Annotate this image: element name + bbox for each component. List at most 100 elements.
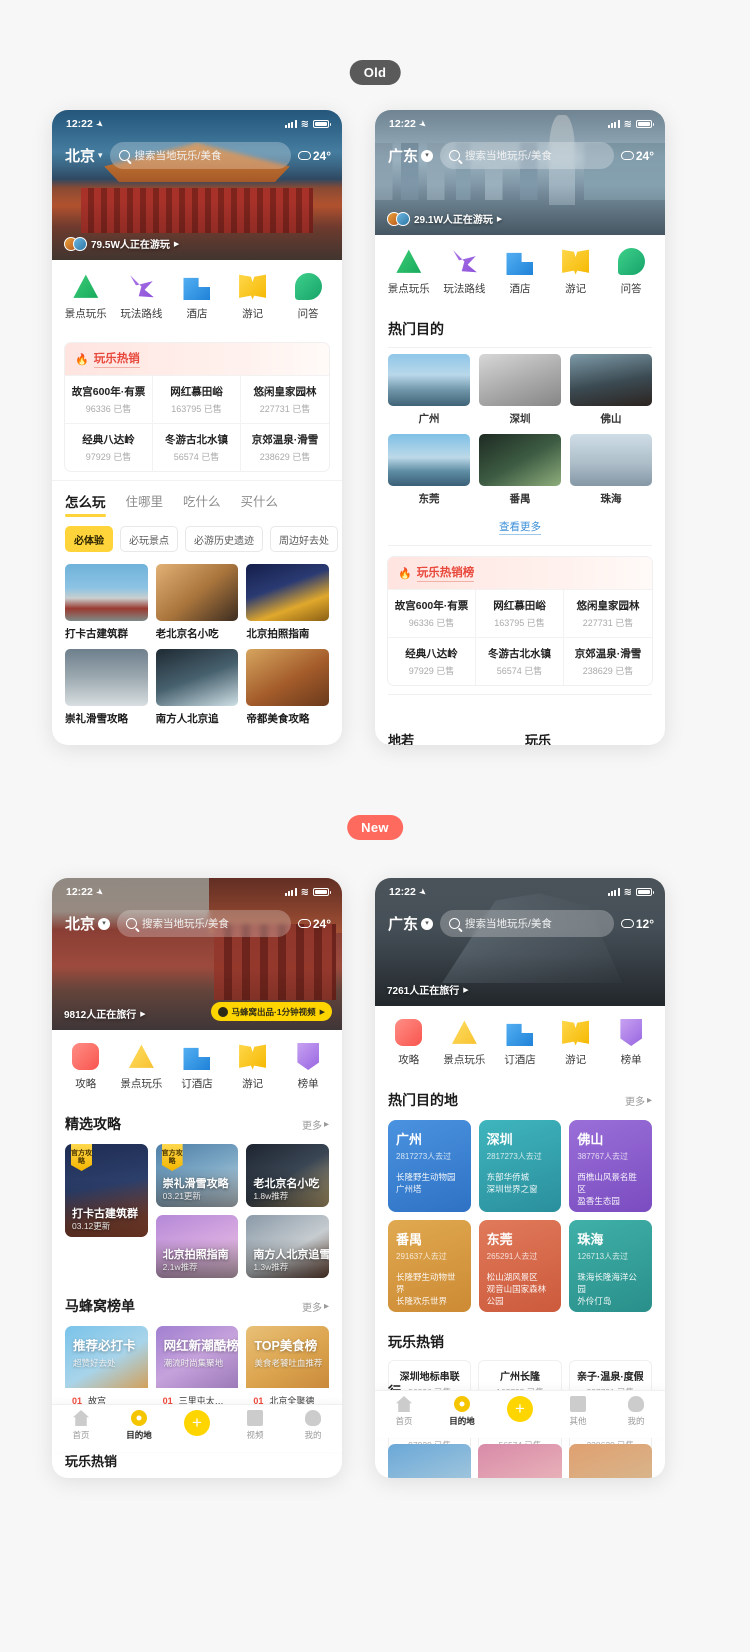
- chip-historic-sites[interactable]: 必游历史遗迹: [185, 526, 263, 552]
- peek-card[interactable]: [568, 1444, 652, 1478]
- tab-destination[interactable]: 目的地: [433, 1396, 491, 1427]
- hot-sale-cell[interactable]: 网红慕田峪 163795 已售: [153, 375, 241, 423]
- peek-card[interactable]: [388, 1444, 472, 1478]
- live-visitors-pill[interactable]: 29.1W人正在游玩 ▶: [387, 211, 502, 226]
- hot-sale-cell[interactable]: 京郊温泉·滑雪 238629 已售: [241, 423, 329, 471]
- hot-sale-cell[interactable]: 冬游古北水镇 56574 已售: [153, 423, 241, 471]
- nav-item-4[interactable]: 问答: [280, 273, 336, 321]
- tab-profile[interactable]: 我的: [607, 1396, 665, 1427]
- view-more-link[interactable]: 查看更多: [375, 508, 665, 545]
- city-selector[interactable]: 广东 ▾: [388, 145, 434, 166]
- search-input[interactable]: 搜索当地玩乐/美食: [440, 910, 614, 937]
- tab-other[interactable]: 其他: [549, 1396, 607, 1427]
- destination-card[interactable]: 珠海 126713人去过 珠海长隆海洋公园 外伶仃岛: [569, 1220, 652, 1312]
- nav-item-3[interactable]: 游记: [548, 1019, 604, 1067]
- nav-item-2[interactable]: 酒店: [492, 248, 548, 296]
- guide-card[interactable]: 北京拍照指南 2.1w推荐: [155, 1215, 239, 1278]
- peek-card[interactable]: [478, 1444, 562, 1478]
- hot-sale-cell[interactable]: 京郊温泉·滑雪 238629 已售: [564, 637, 652, 685]
- destination-cell[interactable]: 珠海: [570, 434, 652, 506]
- weather-widget[interactable]: 12°: [620, 917, 654, 931]
- live-visitors-pill[interactable]: 7261人正在旅行 ▶: [387, 982, 469, 997]
- nav-item-1[interactable]: 景点玩乐: [437, 1019, 493, 1067]
- tab-destination[interactable]: 目的地: [110, 1410, 168, 1441]
- tab-create[interactable]: +: [491, 1396, 549, 1422]
- hot-sale-cell[interactable]: 故宫600年·有票 96336 已售: [388, 589, 476, 637]
- nav-item-4[interactable]: 问答: [603, 248, 659, 296]
- tab-what-to-eat[interactable]: 吃什么: [183, 491, 221, 517]
- guide-card[interactable]: 南方人北京追雪 1.3w推荐: [246, 1215, 329, 1278]
- ranks-more-link[interactable]: 更多 ▸: [302, 1299, 329, 1314]
- chip-must-visit-spots[interactable]: 必玩景点: [120, 526, 178, 552]
- nav-item-1[interactable]: 景点玩乐: [114, 1043, 170, 1091]
- tab-home[interactable]: 首页: [375, 1396, 433, 1427]
- photo-card[interactable]: 北京拍照指南: [246, 564, 329, 641]
- destination-cell[interactable]: 东莞: [388, 434, 470, 506]
- hot-sale-cell[interactable]: 网红慕田峪 163795 已售: [476, 589, 564, 637]
- search-input[interactable]: 搜索当地玩乐/美食: [117, 910, 291, 937]
- tab-what-to-buy[interactable]: 买什么: [241, 491, 279, 517]
- hot-sale-cell[interactable]: 悠闲皇家园林 227731 已售: [241, 375, 329, 423]
- video-badge[interactable]: 马蜂窝出品·1分钟视频 ▶: [210, 1002, 332, 1021]
- search-input[interactable]: 搜索当地玩乐/美食: [440, 142, 614, 169]
- photo-card[interactable]: 崇礼滑雪攻略: [65, 649, 148, 726]
- city-selector[interactable]: 北京 ▾: [65, 913, 111, 934]
- tab-where-to-stay[interactable]: 住哪里: [126, 491, 164, 517]
- tab-how-to-play[interactable]: 怎么玩: [65, 491, 106, 517]
- nav-label: 玩法路线: [120, 308, 163, 320]
- guide-card[interactable]: 官方攻略 打卡古建筑群 03.12更新: [65, 1144, 148, 1237]
- nav-item-0[interactable]: 攻略: [381, 1019, 437, 1067]
- guide-card[interactable]: 老北京名小吃 1.8w推荐: [246, 1144, 329, 1207]
- nav-item-3[interactable]: 游记: [548, 248, 604, 296]
- tab-label: 我的: [627, 1416, 645, 1426]
- nav-item-0[interactable]: 攻略: [58, 1043, 114, 1091]
- destination-card[interactable]: 东莞 265291人去过 松山湖风景区 观音山国家森林公园: [478, 1220, 562, 1312]
- hot-sale-cell[interactable]: 悠闲皇家园林 227731 已售: [564, 589, 652, 637]
- weather-widget[interactable]: 24°: [297, 149, 331, 163]
- weather-widget[interactable]: 24°: [297, 917, 331, 931]
- nav-item-3[interactable]: 游记: [225, 273, 281, 321]
- destination-card[interactable]: 番禺 291637人去过 长隆野生动物世界 长隆欢乐世界: [388, 1220, 471, 1312]
- nav-item-0[interactable]: 景点玩乐: [58, 273, 114, 321]
- destination-card[interactable]: 广州 2817273人去过 长隆野生动物园 广州塔: [388, 1120, 471, 1212]
- photo-card[interactable]: 南方人北京追: [155, 649, 239, 726]
- guide-card[interactable]: 官方攻略 崇礼滑雪攻略 03.21更新: [155, 1144, 239, 1207]
- destination-cell[interactable]: 番禺: [479, 434, 561, 506]
- nav-item-2[interactable]: 酒店: [169, 273, 225, 321]
- live-visitors-pill[interactable]: 9812人正在旅行 ▶: [64, 1006, 146, 1021]
- search-input[interactable]: 搜索当地玩乐/美食: [109, 142, 291, 169]
- nav-item-2[interactable]: 订酒店: [492, 1019, 548, 1067]
- hot-sale-cell[interactable]: 冬游古北水镇 56574 已售: [476, 637, 564, 685]
- chip-must-experience[interactable]: 必体验: [65, 526, 113, 552]
- photo-card[interactable]: 打卡古建筑群: [65, 564, 148, 641]
- tab-video[interactable]: 视频: [226, 1410, 284, 1441]
- destination-cell[interactable]: 深圳: [479, 354, 561, 426]
- tab-profile[interactable]: 我的: [284, 1410, 342, 1441]
- nav-item-3[interactable]: 游记: [225, 1043, 281, 1091]
- destinations-more-link[interactable]: 更多 ▸: [625, 1093, 652, 1108]
- destination-card[interactable]: 佛山 387767人去过 西樵山风景名胜区 盈香生态园: [569, 1120, 652, 1212]
- destination-cell[interactable]: 佛山: [570, 354, 652, 426]
- destination-cell[interactable]: 广州: [388, 354, 470, 426]
- nav-item-2[interactable]: 订酒店: [169, 1043, 225, 1091]
- nav-item-4[interactable]: 榜单: [603, 1019, 659, 1067]
- tab-create[interactable]: +: [168, 1410, 226, 1436]
- nav-item-4[interactable]: 榜单: [280, 1043, 336, 1091]
- photo-card[interactable]: 老北京名小吃: [155, 564, 239, 641]
- weather-widget[interactable]: 24°: [620, 149, 654, 163]
- tab-home[interactable]: 首页: [52, 1410, 110, 1441]
- nav-item-1[interactable]: 玩法路线: [114, 273, 170, 321]
- hot-sale-cell[interactable]: 经典八达岭 97929 已售: [65, 423, 153, 471]
- chip-nearby[interactable]: 周边好去处: [270, 526, 338, 552]
- destination-card[interactable]: 深圳 2817273人去过 东部华侨城 深圳世界之窗: [478, 1120, 562, 1212]
- city-selector[interactable]: 北京 ▾: [65, 145, 103, 166]
- nav-item-1[interactable]: 玩法路线: [437, 248, 493, 296]
- hot-sale-cell[interactable]: 故宫600年·有票 96336 已售: [65, 375, 153, 423]
- filter-chip-row: 必体验 必玩景点 必游历史遗迹 周边好去处: [52, 517, 342, 556]
- photo-card[interactable]: 帝都美食攻略: [246, 649, 329, 726]
- city-selector[interactable]: 广东 ▾: [388, 913, 434, 934]
- nav-item-0[interactable]: 景点玩乐: [381, 248, 437, 296]
- guides-more-link[interactable]: 更多 ▸: [302, 1117, 329, 1132]
- live-visitors-pill[interactable]: 79.5W人正在游玩 ▶: [64, 236, 179, 251]
- hot-sale-cell[interactable]: 经典八达岭 97929 已售: [388, 637, 476, 685]
